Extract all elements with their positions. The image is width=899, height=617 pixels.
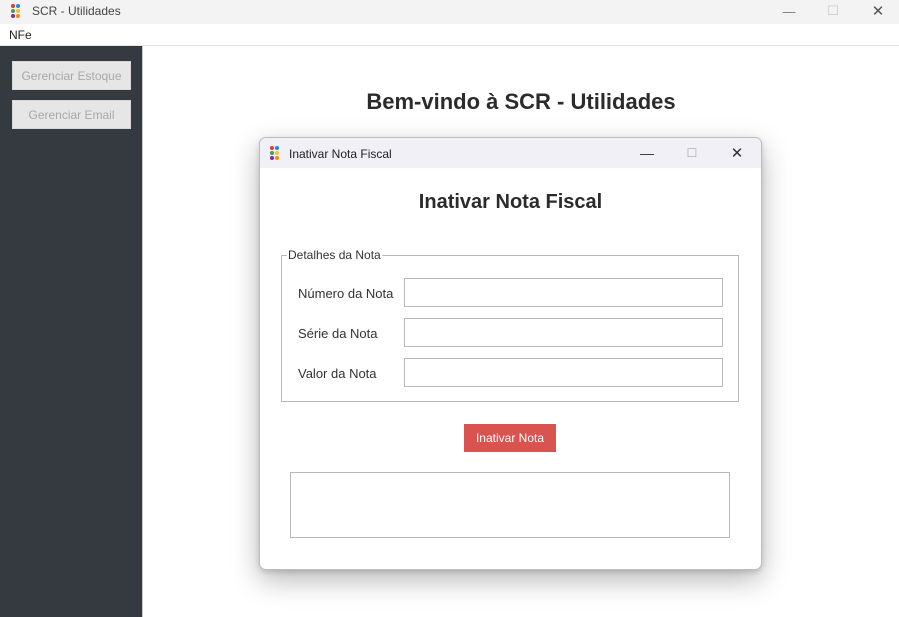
dialog-logo-icon — [270, 146, 284, 160]
maximize-button[interactable]: ☐ — [811, 0, 855, 22]
dialog-heading: Inativar Nota Fiscal — [418, 191, 603, 213]
serie-label: Série da Nota — [298, 326, 378, 341]
close-icon: ✕ — [871, 3, 885, 20]
sidebar: Gerenciar Estoque Gerenciar Email — [0, 46, 143, 617]
minimize-button[interactable]: — — [767, 0, 811, 22]
title-bar: SCR - Utilidades — ☐ ✕ — [0, 0, 899, 24]
menu-bar: NFe — [0, 24, 899, 46]
numero-label: Número da Nota — [298, 286, 394, 301]
fieldset-legend: Detalhes da Nota — [287, 248, 382, 262]
valor-nota-input[interactable] — [404, 358, 723, 387]
dialog-title: Inativar Nota Fiscal — [289, 147, 392, 161]
gerenciar-estoque-button[interactable]: Gerenciar Estoque — [12, 61, 131, 90]
window-title: SCR - Utilidades — [32, 4, 121, 18]
close-icon: ✕ — [730, 145, 744, 162]
dialog-close-button[interactable]: ✕ — [717, 142, 757, 164]
dialog-minimize-button[interactable]: — — [627, 142, 667, 164]
dialog-maximize-button[interactable]: ☐ — [672, 142, 712, 164]
valor-label: Valor da Nota — [298, 366, 377, 381]
close-button[interactable]: ✕ — [856, 0, 899, 22]
maximize-icon: ☐ — [686, 146, 698, 160]
welcome-heading: Bem-vindo à SCR - Utilidades — [366, 89, 676, 114]
minimize-icon: — — [782, 3, 796, 19]
maximize-icon: ☐ — [827, 3, 839, 18]
main-window: SCR - Utilidades — ☐ ✕ NFe Gerenciar Est… — [0, 0, 899, 617]
output-textarea[interactable] — [290, 472, 730, 538]
dialog-title-bar: Inativar Nota Fiscal — ☐ ✕ — [260, 138, 761, 168]
gerenciar-email-button[interactable]: Gerenciar Email — [12, 100, 131, 129]
app-logo-icon — [11, 4, 25, 18]
inativar-nota-button[interactable]: Inativar Nota — [464, 424, 556, 452]
serie-nota-input[interactable] — [404, 318, 723, 347]
minimize-icon: — — [640, 145, 654, 161]
inativar-nota-dialog: Inativar Nota Fiscal — ☐ ✕ Inativar Nota… — [259, 137, 762, 570]
numero-nota-input[interactable] — [404, 278, 723, 307]
menu-item-nfe[interactable]: NFe — [9, 28, 32, 42]
